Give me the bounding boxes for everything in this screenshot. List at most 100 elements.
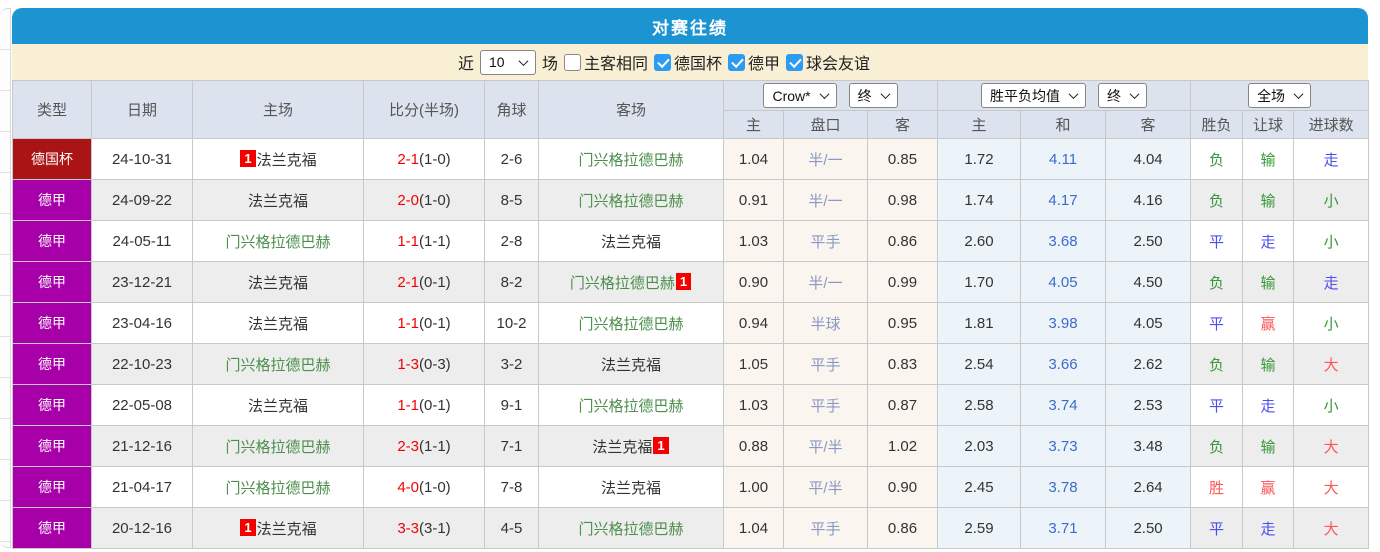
handicap-line: 平手 [810,520,841,538]
away-team-name[interactable]: 门兴格拉德巴赫 [578,152,683,169]
home-team-name[interactable]: 法兰克福 [248,316,308,333]
league-checkbox[interactable] [728,53,746,71]
away-team-name[interactable]: 法兰克福 [601,480,661,497]
home-team-name[interactable]: 法兰克福 [248,193,308,210]
handicap-line-cell: 半/一 [783,261,868,303]
corners-value: 7-1 [500,437,523,455]
handicap-away-odds: 1.02 [887,437,918,455]
adjacent-page-edge [0,8,11,548]
recent-count-select[interactable]: 10 [479,49,536,75]
away-team-name[interactable]: 法兰克福 [592,439,652,456]
same-venue-filter[interactable]: 主客相同 [563,50,648,74]
avg-away-odds: 4.50 [1133,273,1163,291]
match-date: 20-12-16 [111,519,173,537]
match-date: 24-09-22 [111,191,173,209]
result-wdl-cell: 平 [1190,302,1244,344]
type-cell: 德甲 [12,466,92,508]
result-wdl-text: 平 [1209,397,1225,415]
avg-away-odds: 2.50 [1133,232,1163,250]
handicap-home-odds-cell: 1.04 [723,507,784,549]
type-cell: 德甲 [12,507,92,549]
same-venue-label: 主客相同 [583,56,648,73]
away-team-name[interactable]: 门兴格拉德巴赫 [578,398,683,415]
away-team-name[interactable]: 门兴格拉德巴赫 [570,275,675,292]
avg-away-odds: 2.64 [1133,478,1163,496]
avg-odds-select[interactable]: 胜平负均值 [981,83,1087,108]
avg-away-odds: 4.16 [1133,191,1163,209]
away-team-name[interactable]: 法兰克福 [601,234,661,251]
competition-label: 德甲 [38,274,66,290]
corners-cell: 4-5 [484,507,539,549]
competition-filter-friendly[interactable]: 球会友谊 [786,50,870,74]
match-row: 德甲 22-05-08 法兰克福 1-1(0-1) 9-1 门兴格拉德巴赫 1.03 平手 0.… [12,384,1370,426]
type-cell: 德甲 [12,425,92,467]
match-row: 德国杯 24-10-31 1 法兰克福 2-1(1-0) 2-6 门兴格拉德巴赫 1.04 半/… [12,138,1370,180]
avg-home-odds: 2.45 [964,478,994,496]
friendly-checkbox[interactable] [786,53,804,71]
handicap-away-odds: 0.83 [887,355,918,373]
handicap-line-cell: 平手 [783,343,868,385]
result-handicap-cell: 输 [1242,261,1295,303]
red-card-badge: 1 [653,436,669,454]
result-handicap-cell: 赢 [1242,302,1295,344]
match-date: 21-04-17 [111,478,173,496]
cup-checkbox[interactable] [654,53,671,71]
home-team-name[interactable]: 门兴格拉德巴赫 [225,439,330,456]
handicap-away-odds-cell: 0.99 [866,261,939,303]
head-to-head-widget: 对赛往绩 近 10 场 主客相同 德国杯 德甲 球会友谊 类型 日期 主场 比分… [12,8,1370,549]
corners-value: 4-5 [500,519,523,537]
away-team-cell: 门兴格拉德巴赫 [538,179,724,221]
home-team-name[interactable]: 门兴格拉德巴赫 [225,234,330,251]
home-team-name[interactable]: 门兴格拉德巴赫 [225,357,330,374]
home-team-name[interactable]: 法兰克福 [257,152,317,169]
match-date: 22-05-08 [111,396,173,414]
handicap-home-odds: 1.05 [738,355,769,373]
scope-select[interactable]: 全场 [1248,83,1312,108]
date-cell: 22-10-23 [91,343,193,385]
result-wdl-cell: 平 [1190,384,1244,426]
away-team-name[interactable]: 法兰克福 [601,357,661,374]
result-wdl-text: 负 [1209,438,1225,456]
halftime-score: (0-1) [419,396,451,414]
score-cell: 1-3(0-3) [363,343,485,385]
home-team-cell: 法兰克福 [192,384,364,426]
avg-home-cell: 2.60 [937,220,1022,262]
odds-company-select[interactable]: Crow* [763,83,837,108]
avg-home-cell: 2.03 [937,425,1022,467]
result-wdl-text: 负 [1209,356,1225,374]
handicap-line-cell: 平/半 [783,466,868,508]
result-wdl-text: 负 [1209,151,1225,169]
avg-time-select[interactable]: 终 [1098,83,1148,108]
handicap-home-odds: 0.94 [738,314,769,332]
odds-time-select[interactable]: 终 [848,83,898,108]
corners-cell: 7-1 [484,425,539,467]
halftime-score: (1-0) [419,478,451,496]
handicap-away-odds-cell: 0.85 [866,138,939,180]
result-wdl-text: 平 [1209,315,1225,333]
avg-draw-cell: 3.68 [1020,220,1107,262]
away-team-cell: 门兴格拉德巴赫 [538,507,724,549]
home-team-name[interactable]: 门兴格拉德巴赫 [225,480,330,497]
handicap-home-odds-cell: 0.94 [723,302,784,344]
corners-cell: 2-8 [484,220,539,262]
competition-filter-league[interactable]: 德甲 [728,50,780,74]
result-handicap-text: 输 [1260,151,1276,169]
same-venue-checkbox[interactable] [563,53,581,71]
avg-away-cell: 2.64 [1105,466,1192,508]
home-team-name[interactable]: 法兰克福 [248,275,308,292]
handicap-away-odds-cell: 0.98 [866,179,939,221]
away-team-name[interactable]: 门兴格拉德巴赫 [578,316,683,333]
home-team-name[interactable]: 法兰克福 [248,398,308,415]
subheader-avg-away: 客 [1105,110,1192,139]
away-team-name[interactable]: 门兴格拉德巴赫 [578,521,683,538]
score-cell: 3-3(3-1) [363,507,485,549]
home-team-name[interactable]: 法兰克福 [257,521,317,538]
avg-away-odds: 4.04 [1133,150,1163,168]
handicap-away-odds: 0.87 [887,396,918,414]
result-goals-text: 小 [1323,315,1339,333]
handicap-line: 平手 [810,397,841,415]
away-team-name[interactable]: 门兴格拉德巴赫 [578,193,683,210]
handicap-away-odds: 0.86 [887,232,918,250]
competition-filter-cup[interactable]: 德国杯 [654,50,722,74]
away-team-cell: 门兴格拉德巴赫 [538,384,724,426]
